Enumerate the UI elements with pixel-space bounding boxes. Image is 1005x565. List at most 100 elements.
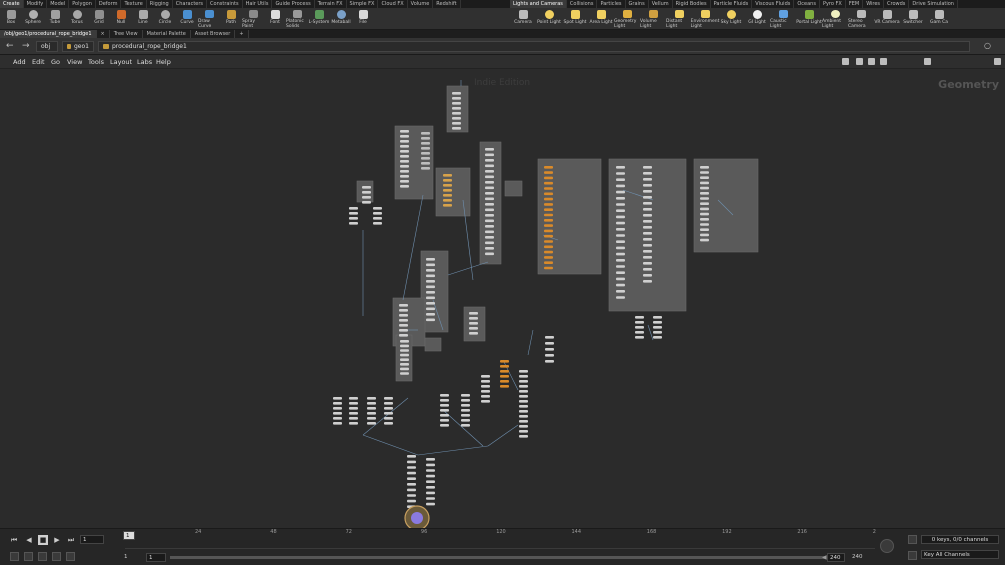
- graph-node[interactable]: [443, 194, 452, 197]
- graph-node[interactable]: [407, 494, 416, 497]
- graph-node[interactable]: [426, 269, 435, 272]
- graph-node[interactable]: [545, 336, 554, 339]
- breadcrumb-procedural-rope-bridge[interactable]: procedural_rope_bridge1: [98, 41, 970, 52]
- graph-node[interactable]: [700, 176, 709, 179]
- graph-node[interactable]: [399, 309, 408, 312]
- graph-node[interactable]: [384, 407, 393, 410]
- graph-node[interactable]: [544, 234, 553, 238]
- graph-node[interactable]: [616, 184, 625, 188]
- graph-node[interactable]: [481, 375, 490, 378]
- graph-node[interactable]: [384, 412, 393, 415]
- graph-node[interactable]: [500, 375, 509, 378]
- graph-node[interactable]: [400, 140, 409, 143]
- graph-node[interactable]: [349, 397, 358, 400]
- graph-node[interactable]: [440, 419, 449, 422]
- play-icon[interactable]: ▶: [52, 535, 62, 545]
- breadcrumb-obj[interactable]: obj: [36, 41, 58, 52]
- graph-node[interactable]: [426, 285, 435, 289]
- graph-node[interactable]: [440, 394, 449, 397]
- pane-tab-asset-browser[interactable]: Asset Browser: [191, 30, 236, 38]
- graph-node[interactable]: [469, 322, 478, 325]
- graph-node[interactable]: [616, 221, 625, 225]
- graph-node[interactable]: [643, 244, 652, 247]
- shelf-tool-font[interactable]: Font: [264, 8, 286, 29]
- graph-node[interactable]: [481, 380, 490, 383]
- menu-edit[interactable]: Edit: [32, 55, 45, 69]
- shelf-tool-spot-light[interactable]: Spot Light: [562, 8, 588, 29]
- graph-node[interactable]: [349, 407, 358, 410]
- shelf-tool-camera[interactable]: Camera: [510, 8, 536, 29]
- shelf-tool-file[interactable]: File: [352, 8, 374, 29]
- graph-node[interactable]: [643, 232, 652, 235]
- graph-node[interactable]: [421, 157, 430, 160]
- shelf-tab-modify[interactable]: Modify: [24, 0, 48, 8]
- pane-tab-obj-geo1-procedural-rope-bridge1[interactable]: /obj/geo1/procedural_rope_bridge1: [0, 30, 97, 38]
- graph-node[interactable]: [400, 349, 409, 352]
- graph-node[interactable]: [643, 196, 652, 199]
- graph-node[interactable]: [485, 247, 494, 250]
- graph-node[interactable]: [407, 499, 416, 503]
- graph-node[interactable]: [362, 191, 371, 194]
- graph-node[interactable]: [616, 259, 625, 262]
- graph-node[interactable]: [400, 145, 409, 148]
- graph-node[interactable]: [367, 412, 376, 415]
- graph-node[interactable]: [426, 458, 435, 461]
- graph-node[interactable]: [519, 395, 528, 398]
- graph-node[interactable]: [367, 397, 376, 400]
- shelf-tab-hair-utils[interactable]: Hair Utils: [243, 0, 273, 8]
- graph-node[interactable]: [461, 394, 470, 397]
- graph-node[interactable]: [400, 150, 409, 153]
- graph-node[interactable]: [643, 214, 652, 217]
- node-graph[interactable]: [3, 70, 1005, 528]
- graph-node[interactable]: [452, 127, 461, 130]
- shelf-tab-deform[interactable]: Deform: [96, 0, 122, 8]
- shelf-tool-l-system[interactable]: L-System: [308, 8, 330, 29]
- graph-node[interactable]: [443, 189, 452, 192]
- graph-node[interactable]: [426, 296, 435, 300]
- graph-node[interactable]: [400, 170, 409, 173]
- graph-node[interactable]: [452, 107, 461, 110]
- graph-node[interactable]: [400, 363, 409, 366]
- graph-node[interactable]: [544, 219, 553, 222]
- graph-node[interactable]: [399, 329, 408, 332]
- graph-node[interactable]: [400, 344, 409, 348]
- graph-node[interactable]: [407, 483, 416, 486]
- graph-node[interactable]: [519, 380, 528, 383]
- shelf-tool-null[interactable]: Null: [110, 8, 132, 29]
- timeline-ruler[interactable]: 24 48 72 96 120 144 168 192 216 2: [125, 529, 876, 549]
- shelf-tool-switcher[interactable]: Switcher: [900, 8, 926, 29]
- close-tab-icon[interactable]: ×: [97, 30, 110, 38]
- graph-node[interactable]: [616, 209, 625, 212]
- graph-node[interactable]: [400, 358, 409, 361]
- graph-node[interactable]: [426, 291, 435, 294]
- graph-node[interactable]: [643, 184, 652, 187]
- graph-node[interactable]: [407, 460, 416, 464]
- graph-node[interactable]: [544, 166, 553, 169]
- graph-node[interactable]: [333, 422, 342, 425]
- shelf-tab-volume[interactable]: Volume: [408, 0, 434, 8]
- graph-node[interactable]: [519, 420, 528, 423]
- graph-node[interactable]: [635, 331, 644, 334]
- graph-node[interactable]: [485, 148, 494, 151]
- graph-node[interactable]: [616, 271, 625, 274]
- shelf-tab-particle-fluids[interactable]: Particle Fluids: [711, 0, 753, 8]
- shelf-tool-grid[interactable]: Grid: [88, 8, 110, 29]
- graph-node[interactable]: [400, 185, 409, 188]
- graph-node[interactable]: [544, 245, 553, 249]
- graph-node[interactable]: [373, 217, 382, 220]
- graph-node[interactable]: [544, 187, 553, 190]
- graph-node[interactable]: [519, 370, 528, 373]
- current-frame-field[interactable]: 1: [80, 535, 104, 544]
- graph-node[interactable]: [545, 354, 554, 357]
- graph-node[interactable]: [426, 313, 435, 316]
- graph-node[interactable]: [443, 204, 452, 207]
- graph-node[interactable]: [616, 190, 625, 194]
- graph-node[interactable]: [373, 222, 382, 225]
- graph-node[interactable]: [635, 326, 644, 329]
- graph-node[interactable]: [399, 324, 408, 327]
- graph-node[interactable]: [349, 212, 358, 215]
- shelf-tab-vellum[interactable]: Vellum: [649, 0, 673, 8]
- graph-node[interactable]: [400, 353, 409, 357]
- graph-node[interactable]: [349, 217, 358, 220]
- graph-node[interactable]: [519, 425, 528, 428]
